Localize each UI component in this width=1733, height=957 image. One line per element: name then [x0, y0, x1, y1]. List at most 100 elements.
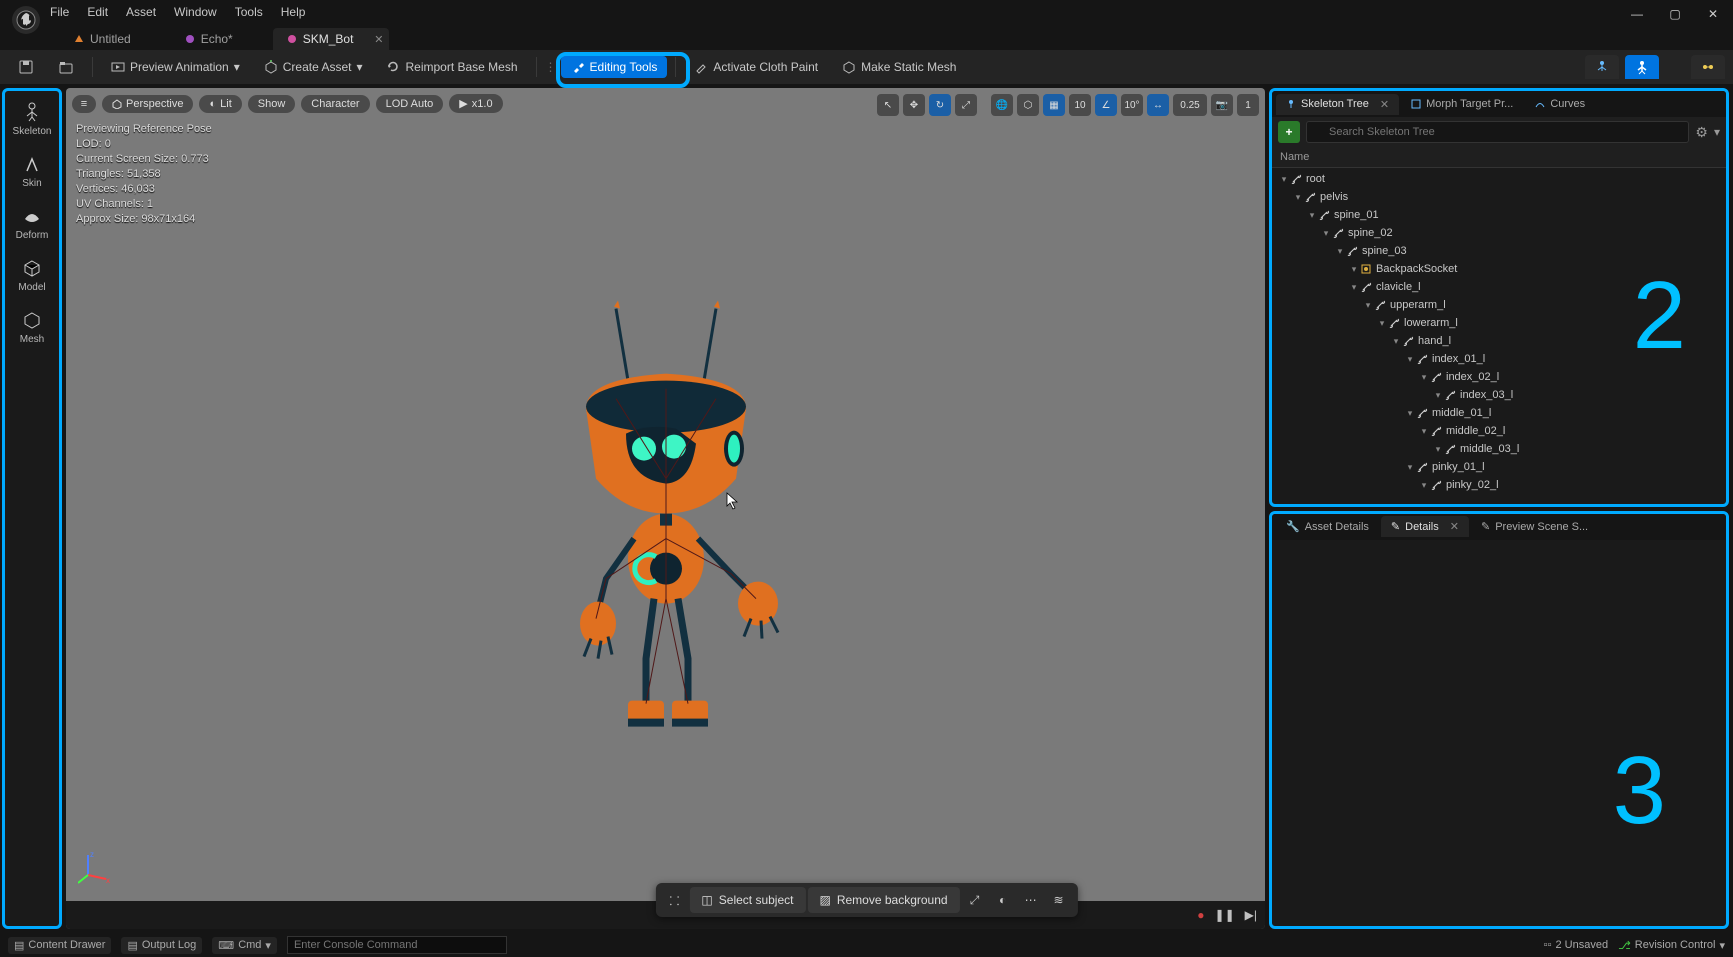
select-subject-button[interactable]: ◫Select subject [689, 887, 805, 913]
output-log-button[interactable]: ▤Output Log [121, 937, 202, 954]
tab-curves[interactable]: Curves [1525, 94, 1595, 114]
close-icon[interactable]: ✕ [1380, 98, 1389, 111]
step-button[interactable]: ▶| [1245, 908, 1257, 922]
camera-speed[interactable]: 📷 [1211, 94, 1233, 116]
scale-tool[interactable]: ⤢ [955, 94, 977, 116]
activate-cloth-paint-button[interactable]: Activate Cloth Paint [684, 56, 828, 78]
tab-preview-scene[interactable]: ✎Preview Scene S... [1471, 516, 1598, 537]
select-tool[interactable]: ↖ [877, 94, 899, 116]
record-button[interactable]: ● [1197, 908, 1204, 922]
tab-skeleton-tree[interactable]: Skeleton Tree✕ [1276, 94, 1399, 115]
create-asset-button[interactable]: Create Asset ▾ [254, 56, 373, 78]
settings-icon[interactable]: ⚙ [1695, 124, 1708, 141]
editing-tools-button[interactable]: Editing Tools [561, 56, 668, 78]
tree-row[interactable]: ▾index_01_l [1272, 350, 1726, 368]
scale-snap-toggle[interactable]: ↔ [1147, 94, 1169, 116]
rotation-snap-value[interactable]: 10° [1121, 94, 1143, 116]
playback-speed[interactable]: ▶x1.0 [449, 94, 502, 113]
character-button[interactable]: Character [301, 95, 369, 113]
tree-row[interactable]: ▾pelvis [1272, 188, 1726, 206]
filters-icon[interactable]: ≋ [1046, 887, 1072, 913]
tree-row[interactable]: ▾middle_01_l [1272, 404, 1726, 422]
console-input[interactable] [287, 936, 507, 954]
remove-background-button[interactable]: ▨Remove background [807, 887, 959, 913]
tree-row[interactable]: ▾clavicle_l [1272, 278, 1726, 296]
tree-row[interactable]: ▾spine_02 [1272, 224, 1726, 242]
menu-file[interactable]: File [50, 5, 69, 19]
tool-deform[interactable]: Deform [16, 205, 49, 241]
cmd-button[interactable]: ⌨Cmd▾ [212, 937, 277, 954]
tree-row[interactable]: ▾pinky_02_l [1272, 476, 1726, 494]
mesh-mode-button[interactable] [1625, 55, 1659, 79]
tool-skin[interactable]: Skin [21, 153, 43, 189]
tab-untitled[interactable]: Untitled [60, 28, 167, 50]
tree-row[interactable]: ▾pinky_01_l [1272, 458, 1726, 476]
make-static-mesh-button[interactable]: Make Static Mesh [832, 56, 966, 78]
unreal-logo[interactable] [12, 6, 40, 34]
adjust-icon[interactable]: ◐ [990, 887, 1016, 913]
tree-row[interactable]: ▾root [1272, 170, 1726, 188]
chevron-down-icon[interactable]: ▾ [1714, 125, 1720, 139]
viewport[interactable]: ≡ Perspective ◐Lit Show Character LOD Au… [66, 88, 1265, 929]
tree-row[interactable]: ▾index_02_l [1272, 368, 1726, 386]
grid-snap-value[interactable]: 10 [1069, 94, 1091, 116]
tool-model[interactable]: Model [18, 257, 45, 293]
tab-echo[interactable]: Echo* [171, 28, 269, 50]
menu-tools[interactable]: Tools [235, 5, 263, 19]
menu-asset[interactable]: Asset [126, 5, 156, 19]
show-button[interactable]: Show [248, 95, 296, 113]
close-icon[interactable]: ✕ [1450, 520, 1459, 533]
scale-snap-value[interactable]: 0.25 [1173, 94, 1207, 116]
save-button[interactable] [8, 55, 44, 79]
tree-row[interactable]: ▾index_03_l [1272, 386, 1726, 404]
tree-row[interactable]: ▾spine_03 [1272, 242, 1726, 260]
reimport-button[interactable]: Reimport Base Mesh [376, 56, 527, 78]
maximize-button[interactable]: ▢ [1661, 4, 1689, 24]
menu-edit[interactable]: Edit [87, 5, 108, 19]
content-drawer-button[interactable]: ▤Content Drawer [8, 937, 111, 954]
tree-row[interactable]: ▾spine_01 [1272, 206, 1726, 224]
browse-button[interactable] [48, 55, 84, 79]
tab-details[interactable]: ✎Details✕ [1381, 516, 1469, 537]
more-icon[interactable]: ⋯ [1018, 887, 1044, 913]
rotation-snap-toggle[interactable]: ∠ [1095, 94, 1117, 116]
preview-animation-button[interactable]: Preview Animation ▾ [101, 56, 250, 78]
surface-snap[interactable]: ⬡ [1017, 94, 1039, 116]
tool-skeleton[interactable]: Skeleton [13, 101, 52, 137]
tree-row[interactable]: ▾middle_02_l [1272, 422, 1726, 440]
close-button[interactable]: ✕ [1699, 4, 1727, 24]
perspective-button[interactable]: Perspective [102, 95, 193, 113]
grid-snap-toggle[interactable]: ▦ [1043, 94, 1065, 116]
tree-row[interactable]: ▾upperarm_l [1272, 296, 1726, 314]
tool-mesh[interactable]: Mesh [20, 309, 44, 345]
tab-morph-targets[interactable]: Morph Target Pr... [1401, 94, 1523, 114]
tab-skm-bot[interactable]: SKM_Bot ✕ [273, 28, 390, 50]
move-tool[interactable]: ✥ [903, 94, 925, 116]
tree-row[interactable]: ▾middle_03_l [1272, 440, 1726, 458]
crop-handle-icon[interactable]: ⸬ [661, 887, 687, 913]
minimize-button[interactable]: — [1623, 4, 1651, 24]
skeleton-mode-button[interactable] [1585, 55, 1619, 79]
skeleton-tree[interactable]: ▾root▾pelvis▾spine_01▾spine_02▾spine_03▾… [1272, 168, 1726, 504]
tree-row[interactable]: ▾hand_l [1272, 332, 1726, 350]
world-local-toggle[interactable]: 🌐 [991, 94, 1013, 116]
camera-speed-value[interactable]: 1 [1237, 94, 1259, 116]
lit-button[interactable]: ◐Lit [199, 95, 241, 113]
crop-icon[interactable]: ⤢ [962, 887, 988, 913]
tree-row[interactable]: ▾lowerarm_l [1272, 314, 1726, 332]
revision-control-button[interactable]: ⎇Revision Control▾ [1618, 939, 1725, 952]
search-input[interactable] [1306, 121, 1689, 143]
rotate-tool[interactable]: ↻ [929, 94, 951, 116]
pause-button[interactable]: ❚❚ [1215, 908, 1235, 922]
add-button[interactable]: + [1278, 121, 1300, 143]
menu-window[interactable]: Window [174, 5, 217, 19]
skeleton-toolbar: + 🔍 ⚙ ▾ [1272, 117, 1726, 147]
close-icon[interactable]: ✕ [374, 33, 383, 46]
menu-help[interactable]: Help [281, 5, 306, 19]
tab-asset-details[interactable]: 🔧Asset Details [1276, 516, 1379, 537]
tree-row[interactable]: ▾BackpackSocket [1272, 260, 1726, 278]
unsaved-indicator[interactable]: ▫▫2 Unsaved [1544, 939, 1608, 951]
lod-button[interactable]: LOD Auto [376, 95, 444, 113]
viewport-options-button[interactable]: ≡ [72, 95, 96, 113]
animation-mode-button[interactable] [1691, 55, 1725, 79]
